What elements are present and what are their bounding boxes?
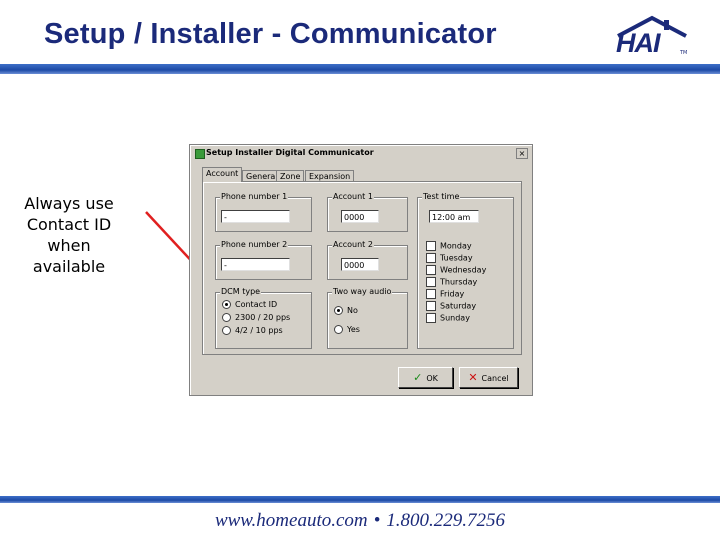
close-button[interactable]: × <box>516 148 528 159</box>
day-checkbox-monday[interactable]: Monday <box>426 241 472 252</box>
cancel-button[interactable]: ✕ Cancel <box>459 367 518 388</box>
ok-button[interactable]: ✓ OK <box>398 367 453 388</box>
test-time-group: Test time 12:00 am Monday Tuesday Wednes… <box>417 192 514 349</box>
radio-label: Contact ID <box>235 300 278 309</box>
phone-number-2-input[interactable]: - <box>221 258 290 271</box>
checkbox[interactable] <box>426 313 436 323</box>
account-2-group: Account 2 0000 <box>327 240 408 280</box>
radio-button[interactable] <box>222 313 231 322</box>
day-checkbox-thursday[interactable]: Thursday <box>426 277 477 288</box>
test-time-label: Test time <box>422 192 461 201</box>
radio-label: Yes <box>347 325 360 334</box>
footer-url[interactable]: www.homeauto.com <box>215 510 368 531</box>
test-time-input[interactable]: 12:00 am <box>429 210 479 223</box>
dcm-type-group: DCM type Contact ID 2300 / 20 pps 4/2 / … <box>215 287 312 349</box>
audio-option-no[interactable]: No <box>334 306 358 317</box>
checkmark-icon: ✓ <box>413 371 423 384</box>
cancel-button-label: Cancel <box>481 374 509 383</box>
account-1-input[interactable]: 0000 <box>341 210 379 223</box>
day-checkbox-tuesday[interactable]: Tuesday <box>426 253 473 264</box>
dcm-option-contact-id[interactable]: Contact ID <box>222 300 277 311</box>
checkbox[interactable] <box>426 277 436 287</box>
day-checkbox-friday[interactable]: Friday <box>426 289 464 300</box>
day-label: Wednesday <box>440 265 487 275</box>
footer-phone: 1.800.229.7256 <box>386 510 506 531</box>
ok-button-label: OK <box>426 374 438 383</box>
day-checkbox-sunday[interactable]: Sunday <box>426 313 470 324</box>
day-label: Sunday <box>440 313 470 323</box>
day-checkbox-wednesday[interactable]: Wednesday <box>426 265 486 276</box>
communicator-dialog: Setup Installer Digital Communicator × A… <box>189 144 533 396</box>
account-1-group: Account 1 0000 <box>327 192 408 232</box>
dialog-title: Setup Installer Digital Communicator <box>206 148 374 157</box>
radio-button[interactable] <box>334 325 343 334</box>
radio-label: 2300 / 20 pps <box>235 313 291 322</box>
checkbox[interactable] <box>426 265 436 275</box>
checkbox[interactable] <box>426 253 436 263</box>
two-way-audio-group: Two way audio No Yes <box>327 287 408 349</box>
account-2-input[interactable]: 0000 <box>341 258 379 271</box>
dcm-option-4-2-10pps[interactable]: 4/2 / 10 pps <box>222 326 283 337</box>
day-label: Saturday <box>440 301 477 311</box>
radio-button[interactable] <box>222 326 231 335</box>
x-icon: ✕ <box>468 371 478 384</box>
account-1-label: Account 1 <box>332 192 374 201</box>
phone-number-2-group: Phone number 2 - <box>215 240 312 280</box>
dcm-option-2300-20pps[interactable]: 2300 / 20 pps <box>222 313 290 324</box>
day-label: Friday <box>440 289 465 299</box>
radio-button[interactable] <box>222 300 231 309</box>
phone-number-2-label: Phone number 2 <box>220 240 289 249</box>
checkbox[interactable] <box>426 301 436 311</box>
account-2-label: Account 2 <box>332 240 374 249</box>
app-icon <box>195 149 205 159</box>
tab-account[interactable]: Account <box>202 167 243 182</box>
account-tab-panel: Phone number 1 - Phone number 2 - Accoun… <box>202 181 522 355</box>
audio-option-yes[interactable]: Yes <box>334 325 360 336</box>
phone-number-1-label: Phone number 1 <box>220 192 289 201</box>
dialog-titlebar[interactable]: Setup Installer Digital Communicator × <box>192 147 530 160</box>
footer: www.homeauto.com • 1.800.229.7256 <box>0 510 720 532</box>
day-label: Monday <box>440 241 472 251</box>
radio-button[interactable] <box>334 306 343 315</box>
footer-separator: • <box>373 510 381 531</box>
dcm-type-label: DCM type <box>220 287 262 296</box>
checkbox[interactable] <box>426 241 436 251</box>
footer-rule <box>0 496 720 503</box>
phone-number-1-group: Phone number 1 - <box>215 192 312 232</box>
day-label: Tuesday <box>440 253 473 263</box>
radio-label: No <box>347 306 358 315</box>
checkbox[interactable] <box>426 289 436 299</box>
phone-number-1-input[interactable]: - <box>221 210 290 223</box>
day-label: Thursday <box>440 277 478 287</box>
day-checkbox-saturday[interactable]: Saturday <box>426 301 476 312</box>
radio-label: 4/2 / 10 pps <box>235 326 283 335</box>
two-way-audio-label: Two way audio <box>332 287 393 296</box>
